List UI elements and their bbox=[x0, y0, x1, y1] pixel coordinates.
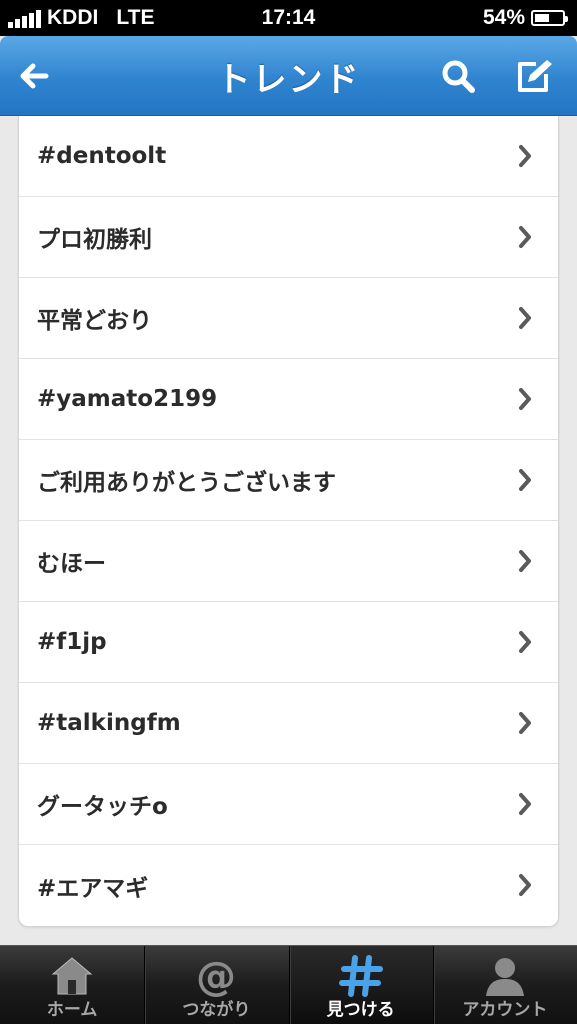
chevron-right-icon bbox=[519, 874, 531, 896]
tab-label: ホーム bbox=[46, 1000, 98, 1020]
chevron-right-icon bbox=[519, 307, 531, 329]
trend-label: #talkingfm bbox=[37, 710, 181, 736]
trend-label: #f1jp bbox=[37, 629, 107, 655]
chevron-right-icon bbox=[519, 469, 531, 491]
trend-row[interactable]: ご利用ありがとうございます bbox=[19, 440, 558, 521]
tab-home[interactable]: ホーム bbox=[0, 946, 144, 1024]
trend-label: #エアマギ bbox=[37, 875, 149, 902]
tab-label: アカウント bbox=[462, 1000, 548, 1020]
battery-fill bbox=[535, 14, 550, 22]
trend-label: 平常どおり bbox=[37, 308, 152, 334]
tab-profile[interactable]: アカウント bbox=[432, 946, 577, 1024]
trend-row[interactable]: 平常どおり bbox=[19, 278, 558, 359]
chevron-right-icon bbox=[519, 631, 531, 653]
page-title: トレンド bbox=[216, 60, 361, 100]
battery-percent: 54% bbox=[482, 6, 525, 29]
trend-label: プロ初勝利 bbox=[37, 227, 152, 253]
trend-row[interactable]: #yamato2199 bbox=[19, 359, 558, 440]
tab-at[interactable]: @ つながり bbox=[144, 946, 288, 1024]
trend-label: ご利用ありがとうございます bbox=[37, 470, 336, 496]
profile-icon bbox=[482, 954, 528, 998]
chevron-right-icon bbox=[519, 793, 531, 815]
chevron-right-icon bbox=[519, 388, 531, 410]
trend-row[interactable]: プロ初勝利 bbox=[19, 197, 558, 278]
at-icon: @ bbox=[193, 954, 239, 1000]
home-icon bbox=[49, 954, 95, 998]
trend-row[interactable]: むほー bbox=[19, 521, 558, 602]
tab-label: 見つける bbox=[326, 1000, 395, 1020]
chevron-right-icon bbox=[519, 550, 531, 572]
trend-row[interactable]: #f1jp bbox=[19, 602, 558, 683]
chevron-right-icon bbox=[519, 712, 531, 734]
tab-hashtag[interactable]: 見つける bbox=[288, 946, 433, 1024]
trend-label: むほー bbox=[37, 551, 106, 577]
search-button[interactable] bbox=[438, 56, 478, 96]
hashtag-icon bbox=[338, 954, 384, 998]
svg-text:@: @ bbox=[196, 954, 236, 998]
trend-label: グータッチo bbox=[37, 794, 168, 820]
trend-label: #yamato2199 bbox=[37, 386, 218, 412]
tab-label: つながり bbox=[182, 1000, 251, 1020]
nav-bar: トレンド bbox=[0, 36, 577, 116]
status-bar: KDDI LTE 17:14 54% bbox=[0, 0, 577, 36]
tab-bar: ホーム @ つながり 見つける アカウント bbox=[0, 945, 577, 1024]
trend-row[interactable]: #エアマギ bbox=[19, 845, 558, 926]
battery-icon bbox=[531, 10, 568, 26]
trend-list: #dentoolt プロ初勝利平常どおり #yamato2199 ご利用ありがとうござ… bbox=[18, 116, 559, 927]
status-right: 54% bbox=[482, 6, 568, 30]
compose-icon bbox=[518, 60, 552, 92]
trend-row[interactable]: グータッチo bbox=[19, 764, 558, 845]
chevron-right-icon bbox=[519, 145, 531, 167]
search-icon bbox=[442, 60, 475, 93]
trend-row[interactable]: #dentoolt bbox=[19, 116, 558, 197]
compose-button[interactable] bbox=[514, 56, 554, 96]
trend-row[interactable]: #talkingfm bbox=[19, 683, 558, 764]
chevron-right-icon bbox=[519, 226, 531, 248]
trend-label: #dentoolt bbox=[37, 143, 167, 169]
